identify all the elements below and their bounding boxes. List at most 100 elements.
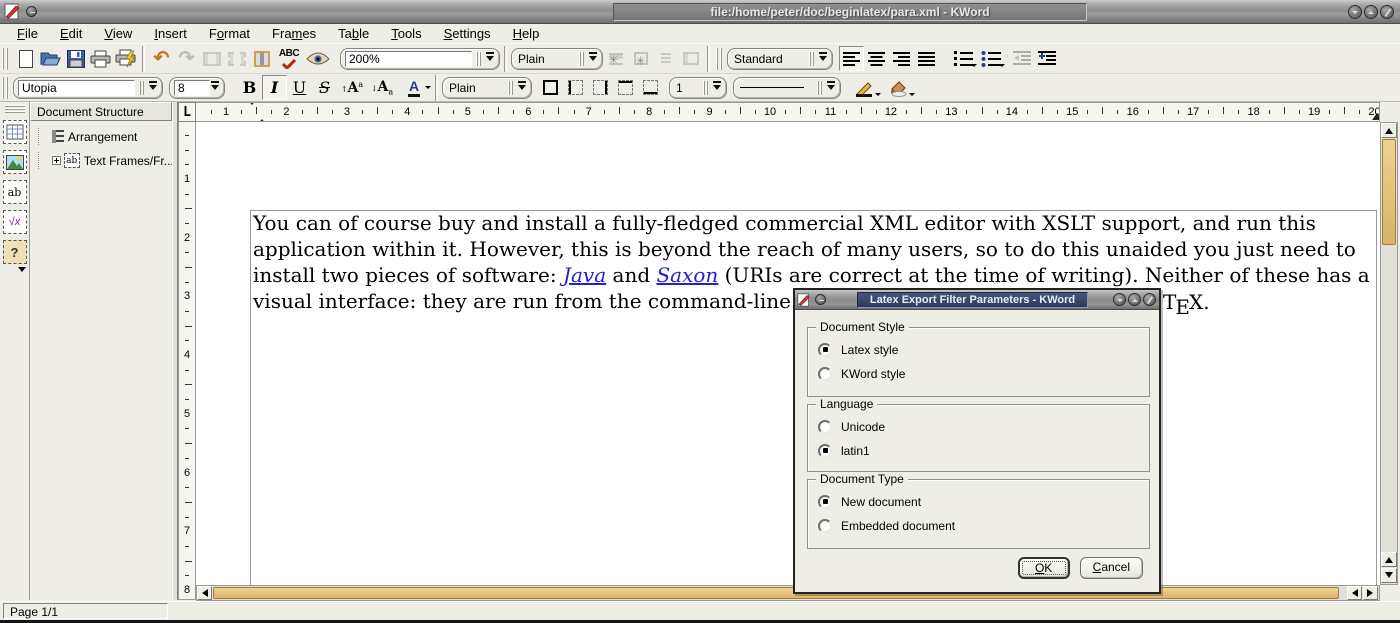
menu-table[interactable]: Table	[327, 25, 380, 43]
border-top-button[interactable]	[613, 75, 638, 100]
maximize-button[interactable]	[1364, 5, 1378, 19]
dialog-menu-button[interactable]	[815, 294, 826, 305]
dialog-titlebar[interactable]: Latex Export Filter Parameters - KWord	[795, 290, 1159, 310]
border-style-combobox[interactable]: Plain	[442, 77, 532, 99]
radio-icon[interactable]	[818, 519, 832, 533]
minimize-button[interactable]	[1348, 5, 1362, 19]
align-left-button[interactable]	[839, 46, 864, 71]
dropdown-arrow-icon[interactable]	[517, 81, 527, 94]
background-color-button[interactable]	[881, 75, 915, 100]
menu-file[interactable]: File	[6, 25, 49, 43]
radio-option-new-document[interactable]: New document	[818, 494, 1149, 509]
zoom-combobox[interactable]: 200%	[340, 48, 500, 70]
decrease-indent-button[interactable]	[1009, 46, 1034, 71]
scroll-up-button[interactable]	[1381, 123, 1397, 138]
menu-tools[interactable]: Tools	[380, 25, 432, 43]
radio-option-embedded-document[interactable]: Embedded document	[818, 518, 1149, 533]
border-left-button[interactable]	[563, 75, 588, 100]
create-style-button[interactable]: ✳	[603, 46, 628, 71]
dialog-close-button[interactable]	[1143, 293, 1156, 306]
dropdown-arrow-icon[interactable]	[712, 81, 722, 94]
radio-icon[interactable]	[818, 420, 832, 434]
bullet-list-button[interactable]	[977, 46, 1005, 71]
list-dropdown-arrow-icon[interactable]	[999, 64, 1005, 70]
apply-style-button[interactable]	[653, 46, 678, 71]
dropdown-arrow-icon[interactable]	[826, 81, 836, 94]
align-justify-button[interactable]	[914, 46, 939, 71]
border-color-button[interactable]	[847, 75, 881, 100]
paragraph-style-combobox[interactable]: Plain	[511, 48, 603, 70]
menu-edit[interactable]: Edit	[49, 25, 93, 43]
border-bottom-button[interactable]	[638, 75, 663, 100]
dropdown-arrow-icon[interactable]	[818, 52, 828, 65]
bold-button[interactable]: B	[237, 75, 262, 100]
insert-formula-button[interactable]: √x	[3, 210, 27, 234]
vertical-scrollbar-thumb[interactable]	[1382, 139, 1396, 245]
radio-icon[interactable]	[818, 444, 832, 458]
numbered-list-button[interactable]	[949, 46, 977, 71]
window-titlebar[interactable]: file:/home/peter/doc/beginlatex/para.xml…	[0, 0, 1400, 24]
toolbar-overflow-arrow-icon[interactable]	[18, 267, 26, 276]
edit-text-frame-button[interactable]	[199, 46, 224, 71]
dialog-maximize-button[interactable]	[1128, 293, 1141, 306]
menu-help[interactable]: Help	[502, 25, 551, 43]
border-width-combobox[interactable]: 1	[669, 77, 727, 99]
toolbar-handle[interactable]	[2, 48, 10, 70]
save-button[interactable]	[63, 46, 88, 71]
subscript-button[interactable]: ↓Aa	[367, 75, 397, 100]
dropdown-arrow-icon[interactable]	[588, 52, 598, 65]
vertical-ruler[interactable]: 12345678	[178, 122, 196, 600]
dropdown-arrow-icon[interactable]	[148, 81, 158, 94]
toolbar-handle[interactable]	[2, 77, 10, 99]
cancel-button[interactable]: Cancel	[1080, 557, 1143, 579]
radio-option-latin1[interactable]: latin1	[818, 443, 1149, 458]
radio-icon[interactable]	[818, 367, 832, 381]
scroll-right-button[interactable]	[1363, 586, 1378, 600]
border-right-button[interactable]	[588, 75, 613, 100]
new-document-button[interactable]	[13, 46, 38, 71]
hyperlink-saxon[interactable]: Saxon	[656, 263, 718, 287]
frame-borders-button[interactable]	[249, 46, 274, 71]
menu-settings[interactable]: Settings	[433, 25, 502, 43]
superscript-button[interactable]: ↑Aa	[337, 75, 367, 100]
font-size-input[interactable]: 8	[174, 80, 210, 96]
underline-button[interactable]: U	[287, 75, 312, 100]
toolbar-handle[interactable]	[5, 105, 25, 113]
redo-button[interactable]: ↷	[174, 46, 199, 71]
font-family-input[interactable]: Utopia	[18, 80, 135, 96]
align-right-button[interactable]	[889, 46, 914, 71]
increase-indent-button[interactable]	[1034, 46, 1059, 71]
close-button[interactable]	[1380, 5, 1394, 19]
color-dropdown-arrow-icon[interactable]	[425, 86, 431, 92]
color-dropdown-arrow-icon[interactable]	[909, 93, 915, 99]
radio-option-unicode[interactable]: Unicode	[818, 419, 1149, 434]
horizontal-ruler[interactable]: 1234567891011121314151617181920	[196, 102, 1380, 122]
scroll-down-button[interactable]	[1381, 568, 1397, 583]
border-outline-button[interactable]	[538, 75, 563, 100]
document-canvas[interactable]: You can of course buy and install a full…	[196, 122, 1380, 585]
scroll-left-button-2[interactable]	[1347, 586, 1362, 600]
scroll-left-button[interactable]	[197, 586, 212, 600]
radio-option-latex-style[interactable]: Latex style	[818, 342, 1149, 357]
print-button[interactable]	[88, 46, 113, 71]
create-frame-style-button[interactable]: ✳	[628, 46, 653, 71]
insert-object-button[interactable]: ?	[3, 240, 27, 264]
dropdown-arrow-icon[interactable]	[210, 81, 220, 94]
menu-view[interactable]: View	[93, 25, 143, 43]
line-style-combobox[interactable]	[733, 77, 841, 99]
menu-frames[interactable]: Frames	[261, 25, 327, 43]
font-size-combobox[interactable]: 8	[169, 77, 225, 99]
tree-item-text-frames-fr[interactable]: abText Frames/Fr...	[30, 152, 172, 169]
menu-insert[interactable]: Insert	[143, 25, 198, 43]
horizontal-scrollbar-thumb[interactable]	[213, 587, 1339, 599]
open-button[interactable]	[38, 46, 63, 71]
autocorrection-button[interactable]	[304, 46, 332, 71]
print-preview-button[interactable]	[113, 46, 138, 71]
italic-button[interactable]: I	[262, 75, 287, 100]
hyperlink-java[interactable]: Java	[563, 263, 606, 287]
radio-icon[interactable]	[818, 495, 832, 509]
window-menu-button[interactable]	[26, 6, 37, 17]
radio-icon[interactable]	[818, 343, 832, 357]
insert-table-button[interactable]	[3, 120, 27, 144]
vertical-scrollbar[interactable]	[1380, 122, 1398, 585]
